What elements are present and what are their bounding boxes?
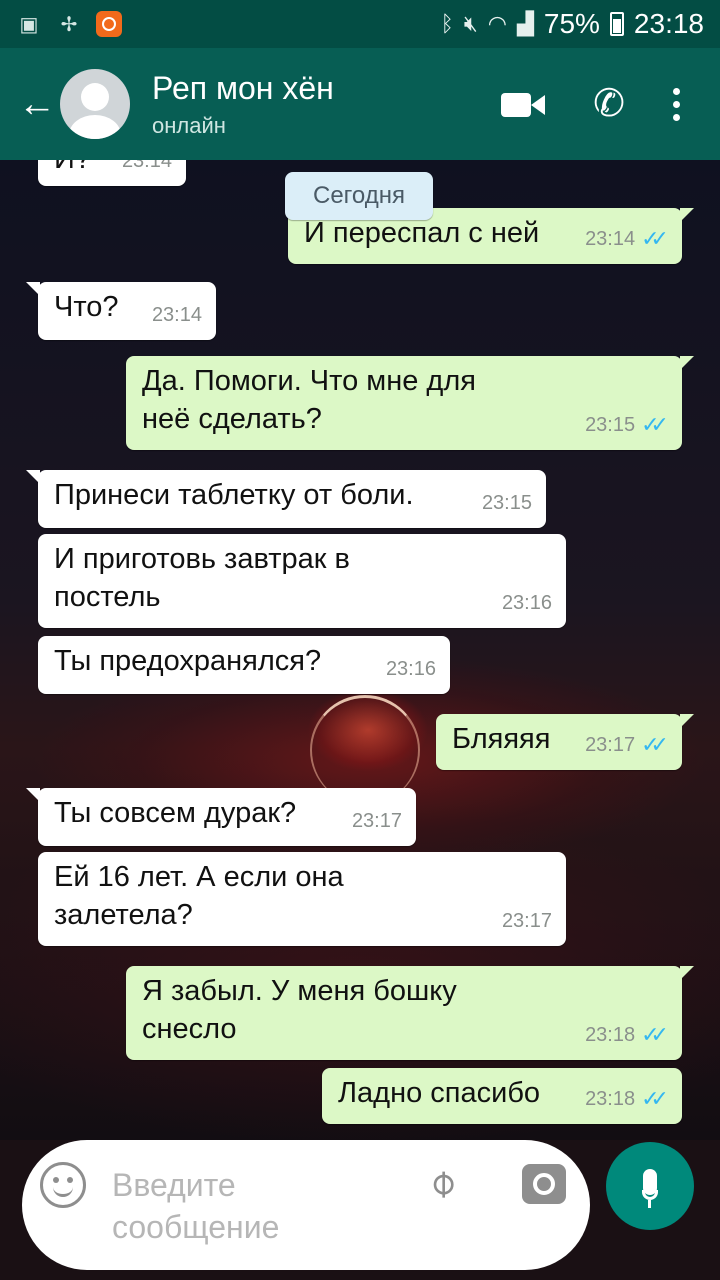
battery-icon — [609, 12, 624, 36]
contact-status: онлайн — [152, 113, 226, 138]
battery-percent: 75% — [543, 8, 600, 39]
more-vert-icon[interactable] — [673, 87, 680, 121]
back-arrow-icon[interactable]: ← — [18, 85, 56, 123]
message-outgoing[interactable]: Ладно спасибо 23:18 ✓✓ — [322, 1068, 682, 1124]
date-divider: Сегодня — [285, 172, 433, 220]
phone-icon[interactable]: ✆ — [593, 85, 625, 123]
message-list[interactable]: И? 23:14 И переспал с ней 23:14✓✓ Сегодн… — [0, 160, 720, 1140]
attach-icon[interactable]: ⌀ — [417, 1158, 465, 1206]
message-time: 23:14 — [151, 304, 202, 326]
signal-icon: ▟ — [516, 11, 534, 36]
message-time: 23:14 — [585, 228, 636, 250]
contact-info[interactable]: Реп мон хён онлайн — [152, 69, 334, 139]
read-ticks-icon: ✓✓ — [641, 1086, 669, 1111]
message-outgoing[interactable]: Да. Помоги. Что мне для неё сделать? 23:… — [126, 356, 694, 450]
read-ticks-icon: ✓✓ — [641, 226, 669, 251]
message-time: 23:17 — [585, 734, 636, 756]
message-time: 23:17 — [351, 810, 402, 832]
message-outgoing[interactable]: Бляяяя 23:17 ✓✓ — [436, 714, 694, 770]
composer: Введите сообщение ⌀ — [0, 1140, 720, 1280]
status-bar: ▣ ✢ ᛒ 🔇︎ ◠ ▟ 75% 23:18 — [0, 0, 720, 48]
read-ticks-icon: ✓✓ — [641, 732, 669, 757]
app-notification-icon — [96, 11, 122, 37]
emoji-icon[interactable] — [40, 1162, 86, 1208]
message-time: 23:18 — [585, 1024, 636, 1046]
message-incoming[interactable]: Ты предохранялся? 23:16 — [38, 636, 450, 694]
contact-name[interactable]: Реп мон хён — [152, 69, 334, 107]
message-time: 23:17 — [501, 910, 552, 932]
clock: 23:18 — [633, 8, 704, 39]
message-incoming[interactable]: И? 23:14 — [38, 160, 186, 186]
read-ticks-icon: ✓✓ — [641, 1022, 669, 1047]
chat-header: ← Реп мон хён онлайн ✆ — [0, 48, 720, 160]
read-ticks-icon: ✓✓ — [641, 412, 669, 437]
pinwheel-notification-icon: ✢ — [60, 13, 78, 36]
message-time: 23:16 — [385, 658, 436, 680]
video-call-icon[interactable] — [501, 91, 546, 117]
wifi-icon: ◠ — [487, 11, 507, 36]
camera-icon[interactable] — [522, 1164, 566, 1204]
avatar[interactable] — [60, 69, 130, 139]
message-incoming[interactable]: Принеси таблетку от боли. 23:15 — [26, 470, 546, 528]
message-time: 23:14 — [121, 160, 172, 172]
message-incoming[interactable]: Ты совсем дурак? 23:17 — [26, 788, 416, 846]
message-incoming[interactable]: Что? 23:14 — [26, 282, 216, 340]
message-input[interactable]: Введите сообщение ⌀ — [22, 1140, 590, 1270]
message-time: 23:16 — [501, 592, 552, 614]
message-incoming[interactable]: Ей 16 лет. А если она залетела? 23:17 — [38, 852, 566, 946]
mic-icon[interactable] — [606, 1142, 694, 1230]
gallery-notification-icon: ▣ — [19, 13, 39, 36]
message-incoming[interactable]: И приготовь завтрак в постель 23:16 — [38, 534, 566, 628]
bluetooth-icon: ᛒ — [440, 11, 454, 36]
mute-icon: 🔇︎ — [463, 11, 478, 36]
message-outgoing[interactable]: Я забыл. У меня бошку снесло 23:18 ✓✓ — [126, 966, 694, 1060]
message-time: 23:15 — [481, 492, 532, 514]
message-time: 23:18 — [585, 1088, 636, 1110]
message-placeholder[interactable]: Введите сообщение — [112, 1164, 362, 1248]
message-time: 23:15 — [585, 414, 636, 436]
